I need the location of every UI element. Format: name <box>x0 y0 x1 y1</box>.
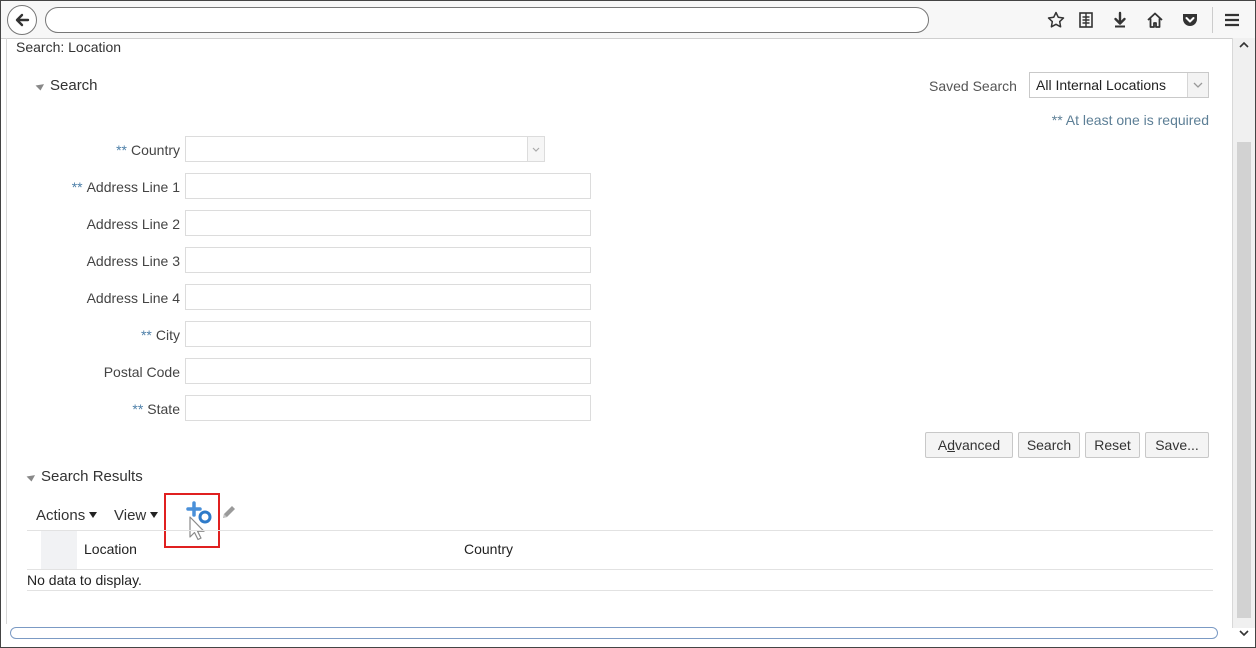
country-label: ** Country <box>116 142 180 158</box>
download-icon[interactable] <box>1111 11 1129 29</box>
city-label: ** City <box>141 327 180 343</box>
address-line-3-label: Address Line 3 <box>86 253 180 269</box>
advanced-button[interactable]: Advanced <box>925 432 1013 458</box>
empty-table-message: No data to display. <box>27 572 142 588</box>
actions-menu-label: Actions <box>36 507 86 524</box>
caret-down-icon <box>150 512 159 518</box>
country-row: ** Country <box>7 136 607 164</box>
collapse-triangle-icon <box>26 471 37 482</box>
search-results-title: Search Results <box>41 468 143 485</box>
city-label-text: City <box>155 327 180 343</box>
column-header-location[interactable]: Location <box>84 541 137 557</box>
search-results-header[interactable]: Search Results <box>26 468 143 485</box>
postal-code-row: Postal Code <box>7 358 607 386</box>
vertical-scroll-thumb[interactable] <box>1237 142 1251 618</box>
url-bar[interactable] <box>45 7 929 33</box>
back-arrow-icon <box>15 13 30 27</box>
star-icon[interactable] <box>1047 11 1065 29</box>
address-line-4-row: Address Line 4 <box>7 284 607 312</box>
address-line-3-row: Address Line 3 <box>7 247 607 275</box>
state-row: ** State <box>7 395 607 423</box>
dropdown-arrow-icon <box>1187 73 1208 97</box>
scroll-down-arrow-icon[interactable] <box>1238 628 1250 638</box>
page-content: Search: Location Search Saved Search All… <box>6 38 1231 624</box>
search-button[interactable]: Search <box>1018 432 1080 458</box>
address-line-1-label: ** Address Line 1 <box>72 179 180 195</box>
table-divider <box>27 590 1213 591</box>
scroll-up-arrow-icon[interactable] <box>1238 40 1250 50</box>
saved-search-value: All Internal Locations <box>1036 77 1166 93</box>
address-line-1-input[interactable] <box>185 173 591 199</box>
address-line-3-input[interactable] <box>185 247 591 273</box>
address-line-2-input[interactable] <box>185 210 591 236</box>
back-button[interactable] <box>7 5 37 35</box>
browser-toolbar <box>1 1 1255 39</box>
city-input[interactable] <box>185 321 591 347</box>
saved-search-label: Saved Search <box>929 78 1017 94</box>
country-select[interactable] <box>185 136 545 162</box>
pocket-icon[interactable] <box>1181 11 1199 29</box>
view-menu[interactable]: View <box>114 507 159 524</box>
column-header-country[interactable]: Country <box>464 541 513 557</box>
state-label-text: State <box>147 401 180 417</box>
required-marker: ** <box>132 401 144 417</box>
caret-down-icon <box>89 512 98 518</box>
search-section-header[interactable]: Search <box>35 77 98 94</box>
address-line-1-label-text: Address Line 1 <box>86 179 180 195</box>
saved-search-select[interactable]: All Internal Locations <box>1029 72 1209 98</box>
row-selector-gutter <box>41 531 77 569</box>
state-label: ** State <box>132 401 180 417</box>
edit-pencil-icon[interactable] <box>221 504 237 520</box>
state-input[interactable] <box>185 395 591 421</box>
city-row: ** City <box>7 321 607 349</box>
country-label-text: Country <box>130 142 180 158</box>
required-marker: ** <box>71 179 83 195</box>
address-line-2-row: Address Line 2 <box>7 210 607 238</box>
address-line-4-label: Address Line 4 <box>86 290 180 306</box>
required-note: ** At least one is required <box>1051 112 1209 128</box>
save-button[interactable]: Save... <box>1145 432 1209 458</box>
home-icon[interactable] <box>1146 11 1164 29</box>
address-line-4-input[interactable] <box>185 284 591 310</box>
vertical-scrollbar[interactable] <box>1232 38 1255 637</box>
toolbar-separator <box>1212 7 1213 33</box>
postal-code-label: Postal Code <box>103 364 180 380</box>
horizontal-scrollbar[interactable] <box>6 624 1232 644</box>
page-title: Search: Location <box>16 39 122 55</box>
collapse-triangle-icon <box>35 80 46 91</box>
required-marker: ** <box>116 142 127 158</box>
menu-icon[interactable] <box>1223 11 1241 29</box>
results-table-header: Location Country <box>27 530 1213 570</box>
reset-button[interactable]: Reset <box>1085 432 1140 458</box>
actions-menu[interactable]: Actions <box>36 507 98 524</box>
horizontal-scroll-thumb[interactable] <box>10 627 1218 639</box>
dropdown-arrow-icon <box>527 137 544 161</box>
postal-code-input[interactable] <box>185 358 591 384</box>
view-menu-label: View <box>114 507 147 524</box>
address-line-2-label: Address Line 2 <box>86 216 180 232</box>
reader-icon[interactable] <box>1077 11 1095 29</box>
required-marker: ** <box>140 327 152 343</box>
search-section-title: Search <box>50 77 98 94</box>
address-line-1-row: ** Address Line 1 <box>7 173 607 201</box>
